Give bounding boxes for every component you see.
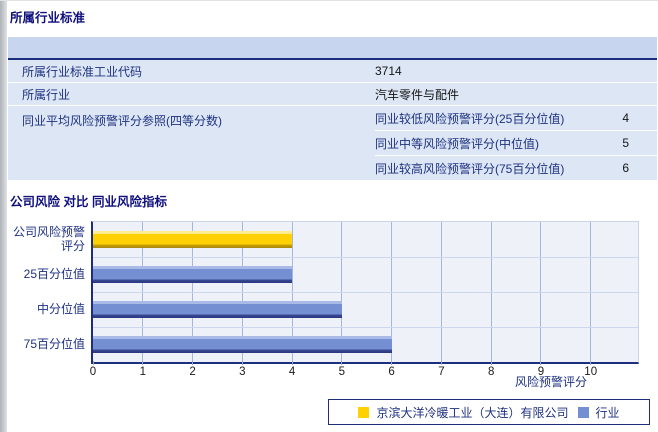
category-label-公司风险预警评分: 公司风险预警 评分: [12, 224, 85, 253]
row-label-industry-code: 所属行业标准工业代码: [22, 64, 143, 79]
bar-75百分位值: [93, 336, 392, 353]
legend-item-company: 京滨大洋冷暖工业（大连）有限公司: [358, 404, 569, 421]
chart-category-labels: 公司风险预警 评分 25百分位值中分位值 75百分位值: [0, 221, 85, 361]
tickmark-4: [291, 361, 293, 365]
band-separator: [93, 327, 638, 328]
chart-legend: 京滨大洋冷暖工业（大连）有限公司 行业: [328, 399, 650, 425]
legend-label-company: 京滨大洋冷暖工业（大连）有限公司: [376, 405, 569, 420]
legend-item-industry: 行业: [577, 404, 620, 421]
tickmark-8: [490, 361, 492, 365]
sub-label-75th: 同业较高风险预警评分(75百分位值): [375, 161, 565, 176]
sub-row-median: 同业中等风险预警评分(中位值) 5: [375, 131, 657, 156]
band-separator: [93, 292, 638, 293]
company-series-swatch-icon: [358, 406, 370, 418]
risk-comparison-section-title: 公司风险 对比 同业风险指标: [10, 195, 167, 209]
industry-standard-section-title: 所属行业标准: [10, 11, 86, 25]
bar-公司风险预警评分: [93, 231, 293, 248]
tickmark-5: [341, 361, 343, 365]
peer-score-subrows: 同业较低风险预警评分(25百分位值) 4 同业中等风险预警评分(中位值) 5 同…: [375, 106, 657, 180]
tickmark-10: [590, 361, 592, 365]
tickmark-2: [192, 361, 194, 365]
tickmark-3: [241, 361, 243, 365]
row-value-industry: 汽车零件与配件: [375, 87, 460, 102]
row-label-peer-average: 同业平均风险预警评分参照(四等分数): [22, 114, 222, 128]
table-header-band: [8, 37, 657, 60]
left-gutter: [0, 1, 7, 432]
sub-row-75th: 同业较高风险预警评分(75百分位值) 6: [375, 156, 657, 180]
report-page: 所属行业标准 所属行业标准工业代码 3714 所属行业 汽车零件与配件 同业平均…: [0, 0, 658, 432]
tickmark-1: [142, 361, 144, 365]
category-label-中分位值: 中分位值: [36, 301, 85, 316]
industry-standard-table: 所属行业标准工业代码 3714 所属行业 汽车零件与配件 同业平均风险预警评分参…: [8, 37, 657, 180]
risk-comparison-bar-chart: [91, 221, 639, 364]
tickmark-6: [391, 361, 393, 365]
table-row: 所属行业 汽车零件与配件: [8, 83, 657, 106]
tickmark-0: [92, 361, 94, 365]
sub-label-median: 同业中等风险预警评分(中位值): [375, 136, 539, 151]
band-separator: [93, 257, 638, 258]
sub-value-25th: 4: [622, 111, 629, 125]
sub-label-25th: 同业较低风险预警评分(25百分位值): [375, 111, 565, 126]
industry-series-swatch-icon: [577, 406, 589, 418]
category-label-75百分位值: 75百分位值: [23, 336, 85, 351]
bar-中分位值: [93, 301, 342, 318]
category-label-25百分位值: 25百分位值: [23, 266, 85, 281]
sub-value-median: 5: [622, 136, 629, 150]
tickmark-9: [540, 361, 542, 365]
table-row-peer-scores: 同业平均风险预警评分参照(四等分数) 同业较低风险预警评分(25百分位值) 4 …: [8, 106, 657, 180]
sub-row-25th: 同业较低风险预警评分(25百分位值) 4: [375, 106, 657, 131]
bar-25百分位值: [93, 266, 293, 283]
sub-value-75th: 6: [622, 161, 629, 175]
row-value-industry-code: 3714: [375, 64, 402, 78]
row-label-industry: 所属行业: [22, 87, 71, 102]
x-axis-label: 风险预警评分: [514, 375, 587, 389]
legend-label-industry: 行业: [595, 405, 620, 420]
table-row: 所属行业标准工业代码 3714: [8, 60, 657, 83]
tickmark-7: [440, 361, 442, 365]
